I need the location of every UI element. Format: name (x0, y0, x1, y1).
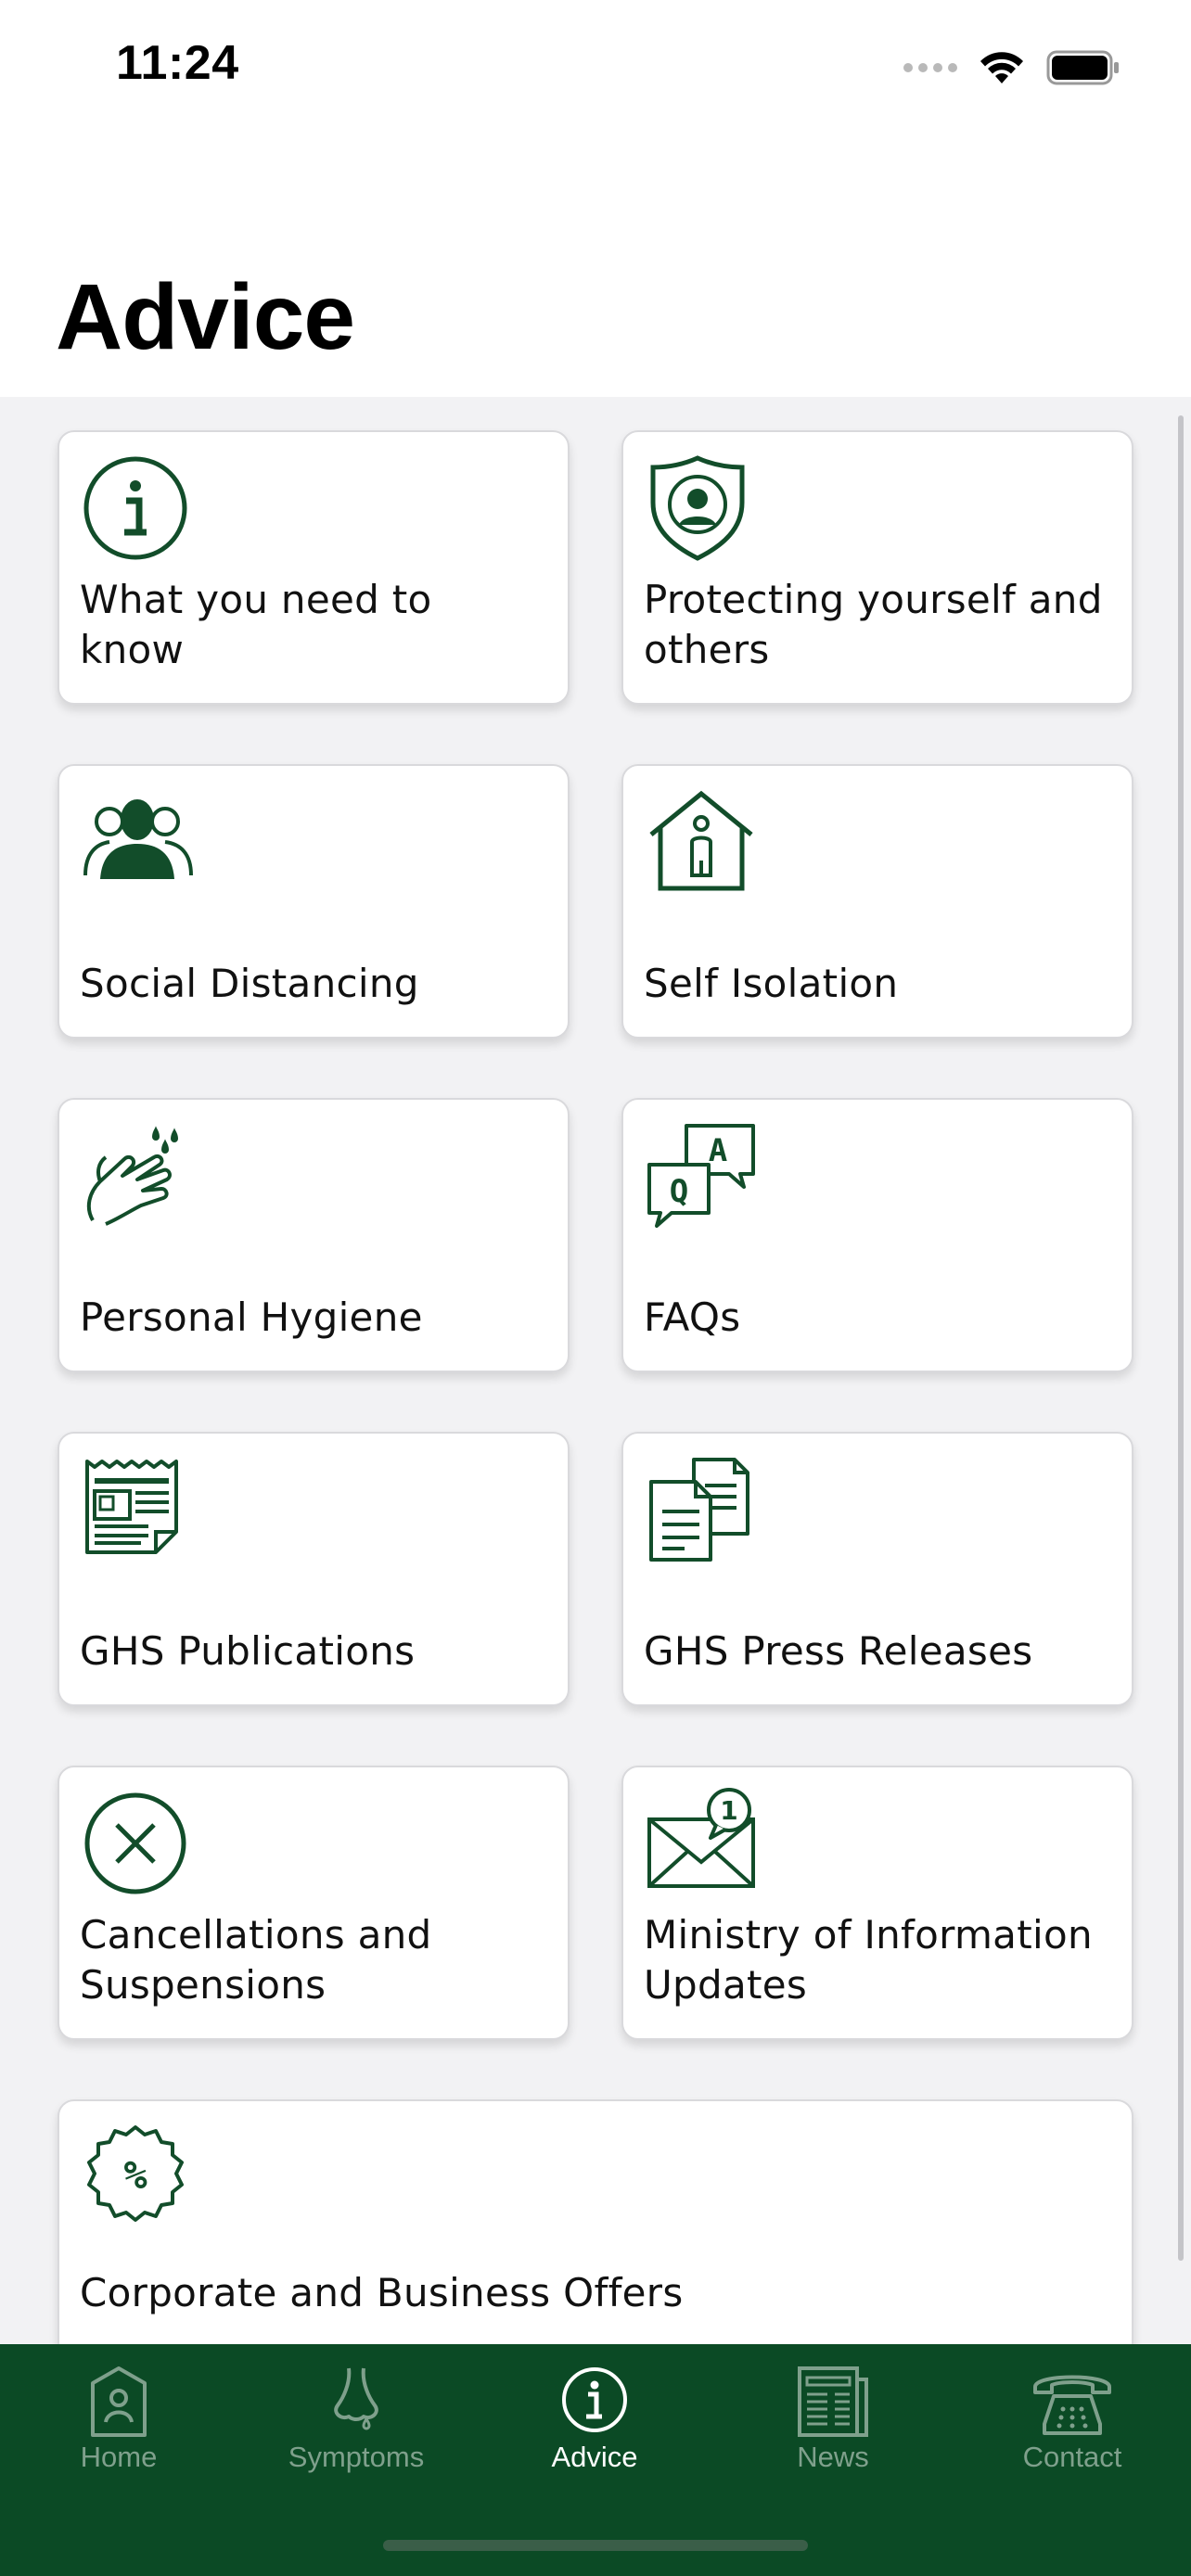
card-faqs[interactable]: A Q FAQs (621, 1098, 1133, 1372)
telephone-icon (1026, 2365, 1119, 2439)
card-label: Corporate and Business Offers (80, 2270, 684, 2315)
card-label: FAQs (644, 1294, 741, 1340)
card-cancellations-suspensions[interactable]: Cancellations and Suspensions (58, 1766, 570, 2040)
status-bar: 11:24 (0, 0, 1191, 139)
tab-label: Contact (1022, 2441, 1122, 2473)
info-circle-icon (80, 453, 198, 571)
card-social-distancing[interactable]: Social Distancing (58, 764, 570, 1039)
card-label: Personal Hygiene (80, 1294, 423, 1340)
wifi-icon (980, 52, 1023, 83)
newspaper-icon (80, 1454, 198, 1573)
advice-grid[interactable]: What you need to know Protecting yoursel… (0, 397, 1191, 2344)
newspaper-icon (787, 2365, 879, 2439)
card-self-isolation[interactable]: Self Isolation (621, 764, 1133, 1039)
scroll-indicator[interactable] (1178, 415, 1184, 2261)
mail-notification-icon: 1 (644, 1788, 762, 1906)
card-personal-hygiene[interactable]: Personal Hygiene (58, 1098, 570, 1372)
house-person-icon (644, 786, 762, 905)
percent-badge-icon: % (80, 2122, 198, 2240)
svg-text:%: % (123, 2152, 147, 2198)
qa-bubbles-icon: A Q (644, 1120, 762, 1239)
card-label: Protecting yourself and others (644, 577, 1103, 672)
page-title: Advice (56, 265, 355, 369)
card-label: Social Distancing (80, 961, 419, 1006)
tab-contact[interactable]: Contact (954, 2344, 1191, 2493)
svg-text:A: A (709, 1132, 727, 1169)
info-icon (548, 2365, 641, 2439)
tab-symptoms[interactable]: Symptoms (237, 2344, 475, 2493)
tab-label: News (797, 2441, 869, 2473)
group-people-icon (80, 786, 198, 905)
card-label: Ministry of Information Updates (644, 1912, 1093, 2008)
card-corporate-business-offers[interactable]: % Corporate and Business Offers (58, 2099, 1133, 2344)
card-label: GHS Press Releases (644, 1628, 1033, 1674)
card-ministry-of-information-updates[interactable]: 1 Ministry of Information Updates (621, 1766, 1133, 2040)
tab-label: Advice (551, 2441, 638, 2473)
home-indicator[interactable] (383, 2540, 808, 2551)
tab-label: Home (80, 2441, 158, 2473)
cancel-circle-icon (80, 1788, 198, 1906)
svg-text:Q: Q (670, 1173, 688, 1210)
card-what-you-need-to-know[interactable]: What you need to know (58, 430, 570, 705)
card-label: Self Isolation (644, 961, 899, 1006)
tab-label: Symptoms (288, 2441, 425, 2473)
tab-home[interactable]: Home (0, 2344, 237, 2493)
hand-wash-icon (80, 1120, 198, 1239)
card-label: GHS Publications (80, 1628, 416, 1674)
home-icon (72, 2365, 165, 2439)
svg-text:1: 1 (720, 1795, 737, 1826)
cellular-signal-icon (903, 63, 957, 72)
tab-advice[interactable]: Advice (476, 2344, 713, 2493)
card-label: Cancellations and Suspensions (80, 1912, 432, 2008)
status-icons (903, 46, 1121, 89)
shield-person-icon (644, 453, 762, 571)
nose-icon (310, 2365, 403, 2439)
card-label: What you need to know (80, 577, 432, 672)
documents-icon (644, 1454, 762, 1573)
tab-news[interactable]: News (714, 2344, 952, 2493)
status-time: 11:24 (116, 36, 239, 90)
battery-icon (1046, 50, 1119, 85)
card-ghs-press-releases[interactable]: GHS Press Releases (621, 1432, 1133, 1706)
card-ghs-publications[interactable]: GHS Publications (58, 1432, 570, 1706)
card-protecting-yourself[interactable]: Protecting yourself and others (621, 430, 1133, 705)
